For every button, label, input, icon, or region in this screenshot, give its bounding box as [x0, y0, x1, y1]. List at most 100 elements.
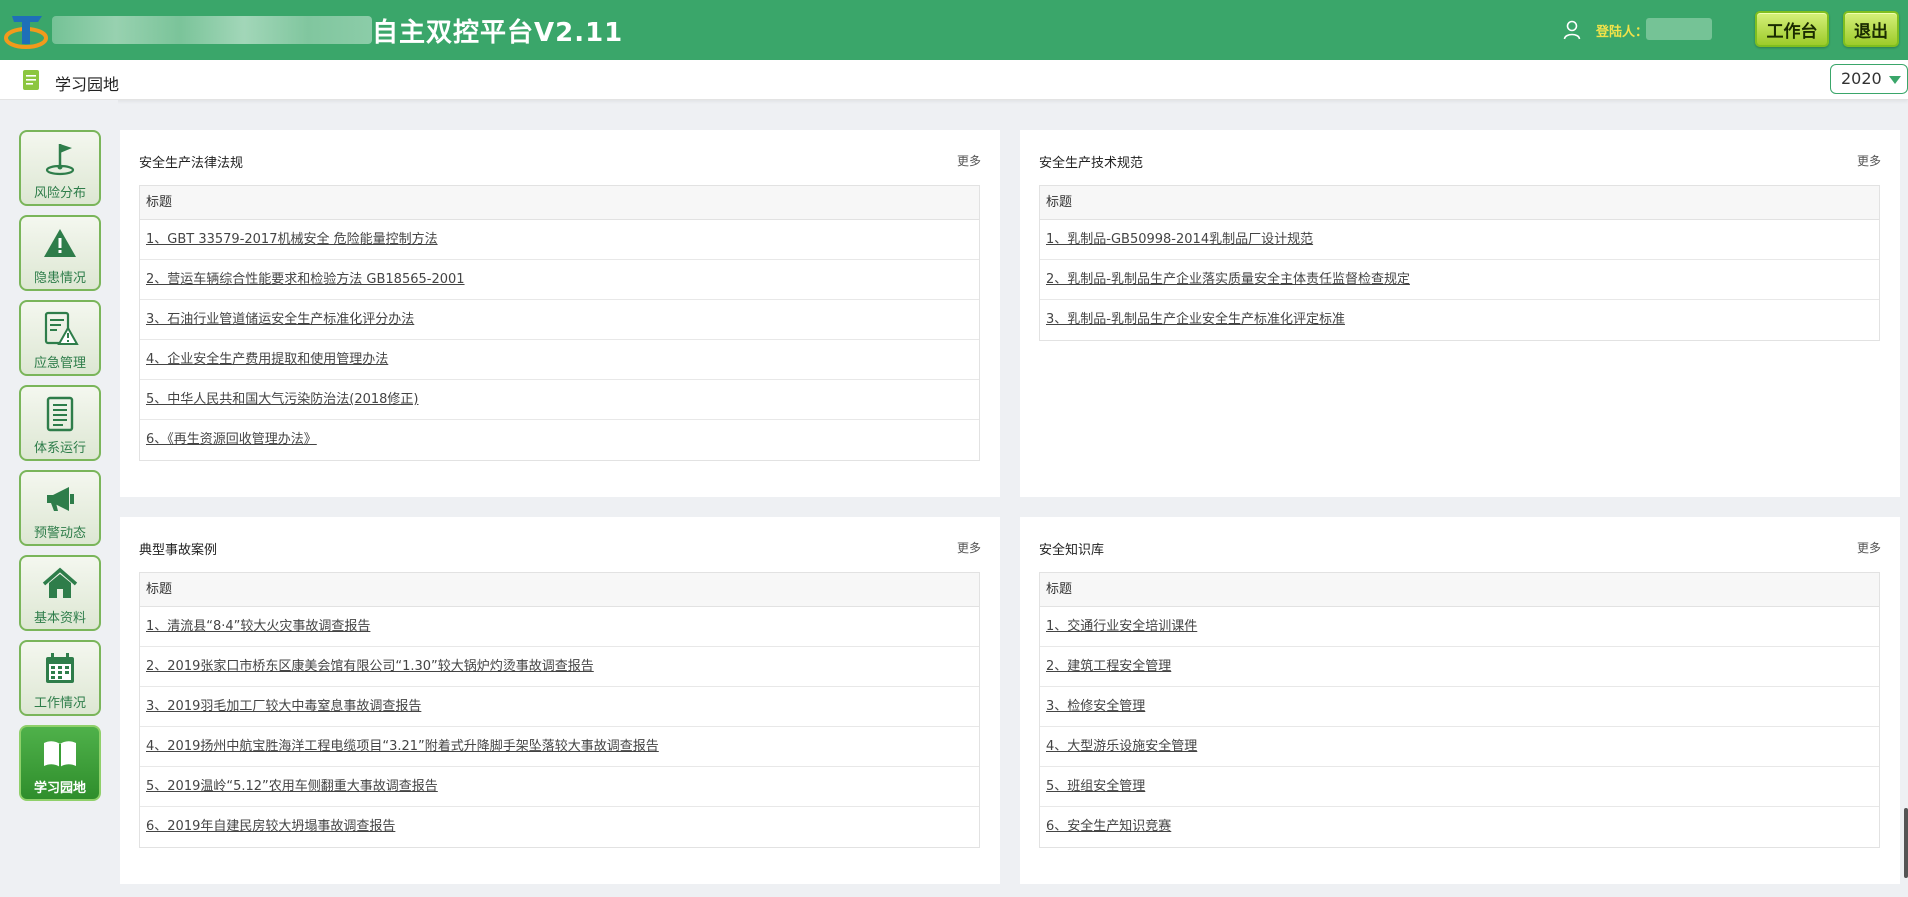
row-link[interactable]: 6、安全生产知识竞赛	[1046, 819, 1171, 834]
caret-down-icon	[1889, 76, 1901, 84]
tech-table: 标题 1、乳制品-GB50998-2014乳制品厂设计规范 2、乳制品-乳制品生…	[1039, 185, 1880, 341]
logo-icon	[4, 16, 48, 49]
row-link[interactable]: 4、大型游乐设施安全管理	[1046, 739, 1197, 754]
row-link[interactable]: 1、GBT 33579-2017机械安全 危险能量控制方法	[146, 232, 438, 247]
document-icon	[46, 396, 74, 432]
table-row: 3、2019羽毛加工厂较大中毒窒息事故调查报告	[140, 687, 979, 727]
sidebar-item-basic[interactable]: 基本资料	[19, 555, 101, 631]
table-row: 3、检修安全管理	[1040, 687, 1879, 727]
sidebar-nav: 风险分布 隐患情况 应急管理 体系运行 预警动态 基本资料 工作情况 学习园地	[0, 100, 118, 897]
panel-safety-laws: 安全生产法律法规 更多 标题 1、GBT 33579-2017机械安全 危险能量…	[120, 130, 1000, 497]
warning-icon	[44, 229, 76, 257]
panel-title: 典型事故案例	[139, 543, 218, 558]
page-scrollbar[interactable]	[1904, 808, 1908, 878]
home-icon	[42, 567, 78, 598]
sidebar-item-label: 基本资料	[33, 611, 86, 626]
sidebar-item-system[interactable]: 体系运行	[19, 385, 101, 461]
flag-icon	[45, 144, 75, 176]
table-row: 6、《再生资源回收管理办法》	[140, 420, 979, 460]
table-row: 3、乳制品-乳制品生产企业安全生产标准化评定标准	[1040, 300, 1879, 340]
more-link[interactable]: 更多	[1857, 152, 1881, 169]
table-header: 标题	[1040, 573, 1879, 607]
more-link[interactable]: 更多	[1857, 539, 1881, 556]
more-link[interactable]: 更多	[957, 152, 981, 169]
sidebar-item-label: 学习园地	[33, 781, 86, 796]
notebook-icon	[23, 70, 39, 90]
app-header: 自主双控平台V2.11 登陆人： 工作台 退出	[0, 0, 1908, 60]
table-row: 6、2019年自建民房较大坍塌事故调查报告	[140, 807, 979, 847]
calendar-icon	[46, 653, 74, 683]
megaphone-icon	[47, 487, 74, 511]
table-row: 3、石油行业管道储运安全生产标准化评分办法	[140, 300, 979, 340]
row-link[interactable]: 3、检修安全管理	[1046, 699, 1145, 714]
row-link[interactable]: 5、中华人民共和国大气污染防治法(2018修正)	[146, 392, 419, 407]
sidebar-item-risk[interactable]: 风险分布	[19, 130, 101, 206]
row-link[interactable]: 2、2019张家口市桥东区康美会馆有限公司“1.30”较大锅炉灼烫事故调查报告	[146, 659, 594, 674]
workbench-button[interactable]: 工作台	[1755, 11, 1829, 47]
book-icon	[44, 741, 76, 767]
table-header: 标题	[140, 573, 979, 607]
login-user-label: 登陆人：	[1596, 25, 1649, 40]
sidebar-item-label: 预警动态	[33, 526, 86, 541]
table-header: 标题	[140, 186, 979, 220]
table-row: 6、安全生产知识竞赛	[1040, 807, 1879, 847]
table-row: 1、GBT 33579-2017机械安全 危险能量控制方法	[140, 220, 979, 260]
row-link[interactable]: 3、石油行业管道储运安全生产标准化评分办法	[146, 312, 414, 327]
table-row: 5、中华人民共和国大气污染防治法(2018修正)	[140, 380, 979, 420]
sidebar-item-label: 隐患情况	[33, 271, 86, 286]
table-header: 标题	[1040, 186, 1879, 220]
sidebar-item-label: 风险分布	[33, 186, 86, 201]
logout-button[interactable]: 退出	[1843, 11, 1899, 47]
row-link[interactable]: 4、2019扬州中航宝胜海洋工程电缆项目“3.21”附着式升降脚手架坠落较大事故…	[146, 739, 659, 754]
sidebar-item-learning[interactable]: 学习园地	[19, 725, 101, 801]
panel-knowledge-base: 安全知识库 更多 标题 1、交通行业安全培训课件 2、建筑工程安全管理 3、检修…	[1020, 517, 1900, 884]
login-user-redacted	[1646, 18, 1712, 40]
sidebar-item-emergency[interactable]: 应急管理	[19, 300, 101, 376]
sidebar-item-label: 工作情况	[33, 696, 86, 711]
panel-accident-cases: 典型事故案例 更多 标题 1、清流县“8·4”较大火灾事故调查报告 2、2019…	[120, 517, 1000, 884]
row-link[interactable]: 6、2019年自建民房较大坍塌事故调查报告	[146, 819, 395, 834]
page-title: 学习园地	[55, 75, 120, 94]
row-link[interactable]: 2、营运车辆综合性能要求和检验方法 GB18565-2001	[146, 272, 465, 287]
row-link[interactable]: 2、乳制品-乳制品生产企业落实质量安全主体责任监督检查规定	[1046, 272, 1410, 287]
table-row: 4、大型游乐设施安全管理	[1040, 727, 1879, 767]
row-link[interactable]: 3、2019羽毛加工厂较大中毒窒息事故调查报告	[146, 699, 421, 714]
table-row: 2、乳制品-乳制品生产企业落实质量安全主体责任监督检查规定	[1040, 260, 1879, 300]
row-link[interactable]: 1、交通行业安全培训课件	[1046, 619, 1197, 634]
row-link[interactable]: 4、企业安全生产费用提取和使用管理办法	[146, 352, 388, 367]
row-link[interactable]: 6、《再生资源回收管理办法》	[146, 432, 317, 447]
row-link[interactable]: 5、2019温岭“5.12”农用车侧翻重大事故调查报告	[146, 779, 438, 794]
table-row: 1、交通行业安全培训课件	[1040, 607, 1879, 647]
table-row: 4、2019扬州中航宝胜海洋工程电缆项目“3.21”附着式升降脚手架坠落较大事故…	[140, 727, 979, 767]
table-row: 2、建筑工程安全管理	[1040, 647, 1879, 687]
sidebar-item-work[interactable]: 工作情况	[19, 640, 101, 716]
sidebar-item-label: 体系运行	[33, 441, 86, 456]
app-title-redacted	[52, 16, 372, 44]
row-link[interactable]: 5、班组安全管理	[1046, 779, 1145, 794]
year-select[interactable]: 2020	[1830, 64, 1908, 94]
user-icon	[1563, 20, 1581, 40]
panel-safety-tech: 安全生产技术规范 更多 标题 1、乳制品-GB50998-2014乳制品厂设计规…	[1020, 130, 1900, 497]
row-link[interactable]: 3、乳制品-乳制品生产企业安全生产标准化评定标准	[1046, 312, 1345, 327]
knowledge-table: 标题 1、交通行业安全培训课件 2、建筑工程安全管理 3、检修安全管理 4、大型…	[1039, 572, 1880, 848]
row-link[interactable]: 1、乳制品-GB50998-2014乳制品厂设计规范	[1046, 232, 1313, 247]
table-row: 2、营运车辆综合性能要求和检验方法 GB18565-2001	[140, 260, 979, 300]
emergency-doc-icon	[44, 311, 79, 345]
row-link[interactable]: 1、清流县“8·4”较大火灾事故调查报告	[146, 619, 370, 634]
table-row: 1、乳制品-GB50998-2014乳制品厂设计规范	[1040, 220, 1879, 260]
laws-table: 标题 1、GBT 33579-2017机械安全 危险能量控制方法 2、营运车辆综…	[139, 185, 980, 461]
panel-title: 安全生产技术规范	[1039, 156, 1144, 171]
table-row: 2、2019张家口市桥东区康美会馆有限公司“1.30”较大锅炉灼烫事故调查报告	[140, 647, 979, 687]
panel-title: 安全生产法律法规	[139, 156, 244, 171]
table-row: 1、清流县“8·4”较大火灾事故调查报告	[140, 607, 979, 647]
table-row: 4、企业安全生产费用提取和使用管理办法	[140, 340, 979, 380]
year-select-value: 2020	[1841, 69, 1882, 88]
sidebar-item-warning[interactable]: 预警动态	[19, 470, 101, 546]
sidebar-item-label: 应急管理	[33, 356, 86, 371]
sub-header: 学习园地 2020	[0, 60, 1908, 100]
panel-title: 安全知识库	[1039, 543, 1105, 558]
more-link[interactable]: 更多	[957, 539, 981, 556]
sidebar-item-hazard[interactable]: 隐患情况	[19, 215, 101, 291]
table-row: 5、2019温岭“5.12”农用车侧翻重大事故调查报告	[140, 767, 979, 807]
row-link[interactable]: 2、建筑工程安全管理	[1046, 659, 1171, 674]
